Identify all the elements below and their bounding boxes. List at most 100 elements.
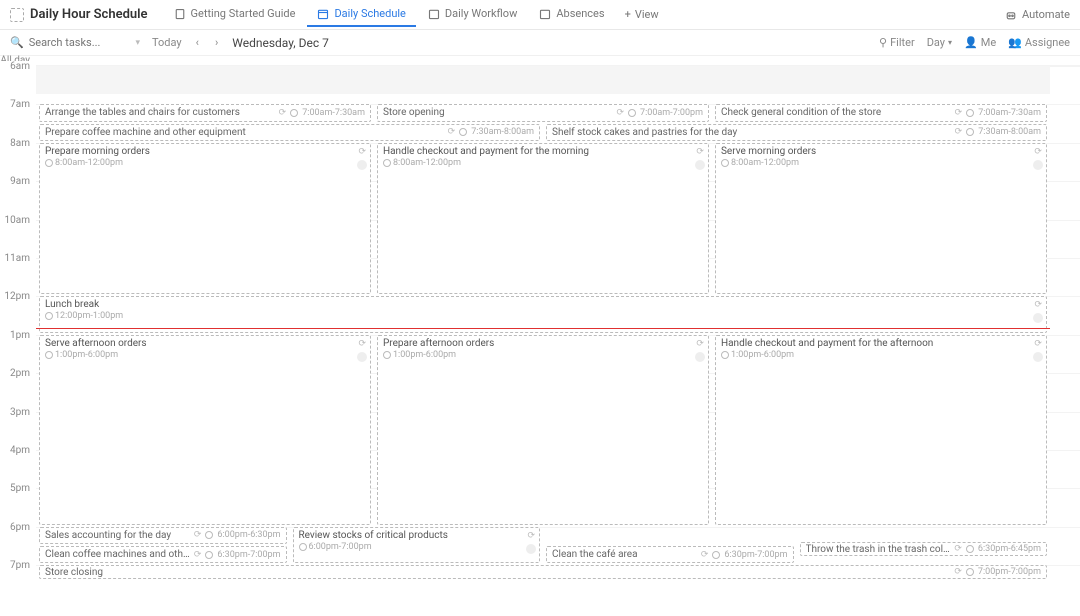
play-icon[interactable] — [526, 544, 536, 554]
recur-icon: ⟳ — [194, 530, 202, 540]
next-day-button[interactable]: › — [213, 36, 220, 49]
assignee-filter[interactable]: 👥Assignee — [1008, 36, 1070, 49]
event-title: Handle checkout and payment for the afte… — [721, 338, 1041, 349]
play-icon[interactable] — [357, 160, 367, 170]
search-input[interactable]: 🔍 ▾ — [10, 36, 140, 49]
day-selector[interactable]: Day▾ — [927, 36, 952, 49]
calendar-event[interactable]: Arrange the tables and chairs for custom… — [39, 104, 371, 121]
play-icon[interactable] — [357, 352, 367, 362]
play-icon[interactable] — [1033, 160, 1043, 170]
play-icon[interactable] — [1033, 352, 1043, 362]
recur-icon: ⟳ — [279, 108, 287, 118]
calendar-event[interactable]: Throw the trash in the trash collector's… — [800, 542, 1048, 556]
event-time: 1:00pm-6:00pm — [45, 350, 365, 360]
calendar-event[interactable]: Clean the café area⟳6:30pm-7:00pm — [546, 546, 794, 563]
tab-absences[interactable]: Absences — [529, 2, 614, 27]
hour-label: 2pm — [0, 368, 36, 411]
play-icon[interactable] — [695, 352, 705, 362]
clock-icon — [966, 545, 974, 553]
clock-icon — [966, 109, 974, 117]
recur-icon: ⟳ — [527, 531, 535, 541]
recur-icon: ⟳ — [358, 339, 366, 349]
event-title: Clean coffee machines and other food equ… — [45, 549, 190, 560]
hour-label: 7am — [0, 99, 36, 142]
event-title: Check general condition of the store — [721, 107, 951, 118]
add-view-button[interactable]: + View — [617, 2, 667, 27]
calendar-event[interactable]: Shelf stock cakes and pastries for the d… — [546, 124, 1047, 141]
current-date: Wednesday, Dec 7 — [232, 36, 329, 50]
people-icon: 👥 — [1008, 36, 1022, 49]
clock-icon — [45, 312, 53, 320]
robot-icon — [1005, 9, 1017, 21]
event-time: 7:00pm-7:00pm — [978, 567, 1041, 577]
prev-day-button[interactable]: ‹ — [194, 36, 201, 49]
calendar-grid: All day 6am7am8am9am10am11am12pm1pm2pm3p… — [0, 56, 1080, 616]
clock-icon — [45, 159, 53, 167]
event-title: Store opening — [383, 107, 613, 118]
clock-icon — [299, 543, 307, 551]
calendar-event[interactable]: Check general condition of the store⟳7:0… — [715, 104, 1047, 121]
recur-icon: ⟳ — [1034, 147, 1042, 157]
automate-button[interactable]: Automate — [1005, 8, 1070, 21]
clock-icon — [205, 551, 213, 559]
event-time: 7:30am-8:00am — [978, 127, 1041, 137]
event-time: 1:00pm-6:00pm — [721, 350, 1041, 360]
event-time: 8:00am-12:00pm — [45, 158, 365, 168]
filter-button[interactable]: ⚲Filter — [879, 36, 915, 49]
clock-icon — [290, 109, 298, 117]
calendar-event[interactable]: Handle checkout and payment for the morn… — [377, 143, 709, 295]
search-icon: 🔍 — [10, 36, 24, 49]
calendar-event[interactable]: Serve afternoon orders1:00pm-6:00pm⟳ — [39, 335, 371, 525]
clock-icon — [383, 159, 391, 167]
event-title: Prepare morning orders — [45, 146, 365, 157]
event-title: Store closing — [45, 567, 950, 578]
calendar-event[interactable]: Serve morning orders8:00am-12:00pm⟳ — [715, 143, 1047, 295]
event-time: 8:00am-12:00pm — [721, 158, 1041, 168]
recur-icon: ⟳ — [1034, 300, 1042, 310]
calendar-event[interactable]: Clean coffee machines and other food equ… — [39, 546, 287, 563]
today-button[interactable]: Today — [152, 36, 182, 49]
me-filter[interactable]: 👤Me — [964, 36, 996, 49]
play-icon[interactable] — [695, 160, 705, 170]
calendar-icon — [317, 8, 329, 20]
automate-label: Automate — [1022, 8, 1070, 21]
tab-label: Getting Started Guide — [191, 7, 296, 20]
calendar-event[interactable]: Review stocks of critical products6:00pm… — [293, 527, 541, 563]
clock-icon — [459, 128, 467, 136]
recur-icon: ⟳ — [701, 550, 709, 560]
event-title: Sales accounting for the day — [45, 530, 190, 541]
person-icon: 👤 — [964, 36, 978, 49]
clock-icon — [205, 531, 213, 539]
search-field[interactable] — [29, 36, 109, 49]
calendar-event[interactable]: Prepare afternoon orders1:00pm-6:00pm⟳ — [377, 335, 709, 525]
header-bar: Daily Hour Schedule Getting Started Guid… — [0, 0, 1080, 30]
recur-icon: ⟳ — [954, 544, 962, 554]
absences-icon — [539, 8, 551, 20]
event-time: 6:30pm-7:00pm — [217, 550, 280, 560]
calendar-event[interactable]: Prepare morning orders8:00am-12:00pm⟳ — [39, 143, 371, 295]
event-time: 7:00am-7:00pm — [640, 108, 703, 118]
events-surface[interactable]: Arrange the tables and chairs for custom… — [36, 66, 1050, 616]
recur-icon: ⟳ — [1034, 339, 1042, 349]
calendar-event[interactable]: Store closing⟳7:00pm-7:00pm — [39, 565, 1047, 579]
plus-icon: + — [625, 8, 631, 21]
recur-icon: ⟳ — [194, 550, 202, 560]
calendar-event[interactable]: Prepare coffee machine and other equipme… — [39, 124, 540, 141]
tab-daily-schedule[interactable]: Daily Schedule — [307, 2, 415, 27]
event-title: Lunch break — [45, 299, 1041, 310]
recur-icon: ⟳ — [616, 108, 624, 118]
early-shade — [36, 66, 1050, 94]
calendar-event[interactable]: Store opening⟳ 7:00am-7:00pm — [377, 104, 709, 121]
calendar-event[interactable]: Sales accounting for the day⟳6:00pm-6:30… — [39, 527, 287, 544]
play-icon[interactable] — [1033, 313, 1043, 323]
event-title: Clean the café area — [552, 549, 697, 560]
event-time: 12:00pm-1:00pm — [45, 311, 1041, 321]
event-title: Review stocks of critical products — [299, 530, 535, 541]
event-time: 6:30pm-6:45pm — [978, 544, 1041, 554]
tab-daily-workflow[interactable]: Daily Workflow — [418, 2, 527, 27]
hour-label: 7pm — [0, 560, 36, 603]
tab-getting-started[interactable]: Getting Started Guide — [164, 2, 306, 27]
chevron-down-icon: ▾ — [135, 38, 140, 48]
add-view-label: View — [635, 8, 659, 21]
calendar-event[interactable]: Handle checkout and payment for the afte… — [715, 335, 1047, 525]
